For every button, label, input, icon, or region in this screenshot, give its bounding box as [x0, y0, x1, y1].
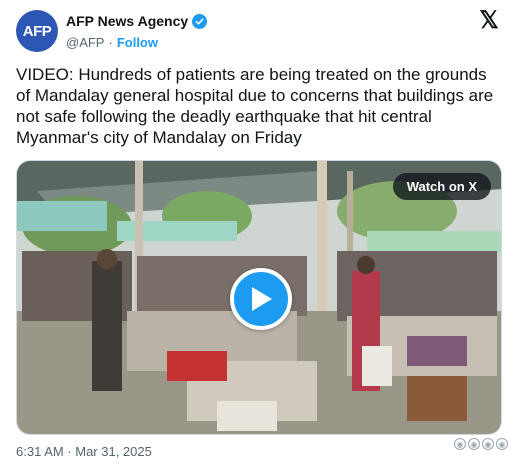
author-handle[interactable]: @AFP — [66, 35, 104, 50]
watermark-mark-icon: ◉ — [482, 438, 494, 450]
tweet-timestamp[interactable]: 6:31 AM · Mar 31, 2025 — [16, 444, 152, 459]
watermark-mark-icon: ◉ — [468, 438, 480, 450]
author-handle-row: @AFP · Follow — [66, 35, 158, 50]
avatar[interactable]: AFP — [16, 10, 58, 52]
follow-button[interactable]: Follow — [117, 35, 158, 50]
avatar-logo-text: AFP — [22, 22, 52, 40]
play-icon — [252, 287, 272, 311]
x-logo-icon[interactable]: 𝕏 — [478, 9, 500, 33]
watch-on-x-button[interactable]: Watch on X — [392, 173, 491, 200]
verified-badge-icon — [192, 13, 208, 29]
author-name-row: AFP News Agency — [66, 13, 208, 29]
play-button[interactable] — [230, 268, 292, 330]
author-display-name[interactable]: AFP News Agency — [66, 13, 188, 29]
watermark-mark-icon: ◉ — [496, 438, 508, 450]
handle-separator: · — [108, 35, 113, 50]
tweet-text: VIDEO: Hundreds of patients are being tr… — [16, 65, 494, 147]
watermark-logo: ◉ ◉ ◉ ◉ — [454, 438, 508, 450]
tweet-card: AFP AFP News Agency @AFP · Follow 𝕏 VIDE… — [0, 0, 514, 464]
video-player[interactable]: Watch on X — [16, 160, 502, 435]
watermark-mark-icon: ◉ — [454, 438, 466, 450]
